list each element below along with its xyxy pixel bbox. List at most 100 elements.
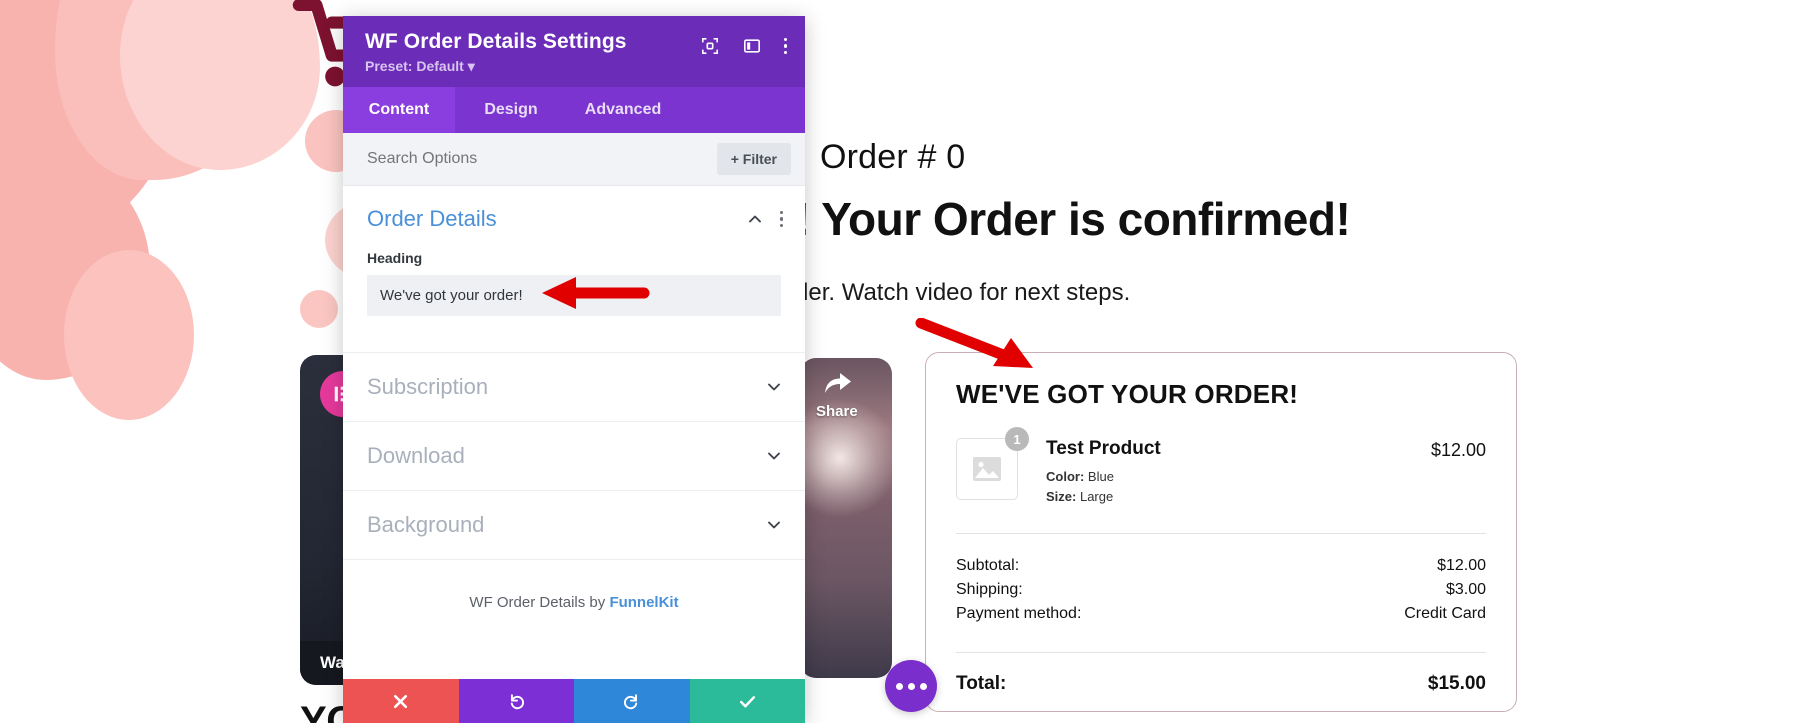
filter-button[interactable]: + Filter <box>716 143 791 175</box>
panel-layout-icon[interactable] <box>742 36 762 56</box>
share-icon <box>824 373 851 393</box>
panel-menu-icon[interactable] <box>783 37 787 55</box>
chevron-down-icon: ▾ <box>467 58 475 74</box>
settings-panel: WF Order Details Settings Preset: Defaul… <box>343 16 805 723</box>
attribute-label: Color: <box>1046 469 1085 484</box>
dot <box>783 50 787 55</box>
tab-content[interactable]: Content <box>343 87 455 133</box>
more-options-fab[interactable] <box>885 660 937 712</box>
product-info: Test Product Color: Blue Size: Large <box>1046 438 1431 507</box>
product-name: Test Product <box>1046 438 1161 459</box>
divider <box>956 652 1486 654</box>
order-card-heading: WE'VE GOT YOUR ORDER! <box>956 379 1299 409</box>
focus-target-icon[interactable] <box>700 36 720 56</box>
undo-icon <box>510 693 524 709</box>
section-menu-icon[interactable] <box>779 210 783 228</box>
dot <box>783 44 787 48</box>
dot <box>919 682 927 690</box>
funnelkit-link[interactable]: FunnelKit <box>609 594 678 611</box>
grand-total-row: Total: $15.00 <box>956 673 1486 695</box>
tab-advanced[interactable]: Advanced <box>567 87 679 133</box>
total-row: Payment method: Credit Card <box>956 602 1486 626</box>
section-controls <box>748 210 783 228</box>
video-card-right[interactable]: Share <box>800 358 892 678</box>
chevron-down-icon <box>768 452 780 460</box>
order-line-item: 1 Test Product Color: Blue Size: Large $… <box>956 427 1486 507</box>
panel-body: Order Details Heading Subscription <box>343 186 805 679</box>
total-label: Shipping: <box>956 581 1023 599</box>
total-value: $12.00 <box>1437 557 1486 575</box>
section-background[interactable]: Background <box>343 490 805 559</box>
order-totals: Subtotal: $12.00 Shipping: $3.00 Payment… <box>956 554 1486 626</box>
chevron-down-icon <box>768 383 780 391</box>
search-input[interactable] <box>367 150 664 168</box>
product-attribute-row: Color: Blue <box>1046 467 1431 487</box>
layout-glyph <box>743 39 760 53</box>
screenshot-root: Order # 0 ! Your Order is confirmed! der… <box>0 0 1800 723</box>
plus-icon: + <box>730 151 739 167</box>
preset-label: Preset: Default <box>365 58 464 74</box>
cancel-button[interactable] <box>343 679 459 723</box>
divider <box>956 533 1486 535</box>
dot <box>779 223 783 228</box>
close-icon <box>394 694 408 708</box>
heading-input[interactable] <box>367 275 781 316</box>
panel-header: WF Order Details Settings Preset: Defaul… <box>343 16 805 87</box>
grand-total-label: Total: <box>956 673 1007 695</box>
search-bar: + Filter <box>343 133 805 186</box>
dot <box>779 217 783 221</box>
chevron-up-icon[interactable] <box>748 212 762 226</box>
section-download[interactable]: Download <box>343 421 805 490</box>
total-label: Payment method: <box>956 605 1082 623</box>
blob-shape <box>64 250 194 420</box>
attribute-value: Blue <box>1087 469 1114 484</box>
undo-button[interactable] <box>458 679 574 723</box>
section-subscription-label: Subscription <box>367 374 489 399</box>
grand-total-value: $15.00 <box>1427 673 1486 695</box>
checkmark-icon <box>739 695 755 707</box>
dot <box>779 210 783 215</box>
share-button[interactable]: Share <box>816 370 858 420</box>
dot <box>783 37 787 42</box>
dot <box>907 682 915 690</box>
total-row: Subtotal: $12.00 <box>956 554 1486 578</box>
product-thumbnail-wrap: 1 <box>956 427 1029 500</box>
focus-glyph <box>701 37 718 55</box>
preset-selector[interactable]: Preset: Default ▾ <box>365 58 783 75</box>
image-placeholder-icon <box>973 457 1001 481</box>
total-value: Credit Card <box>1404 605 1486 623</box>
redo-button[interactable] <box>574 679 690 723</box>
dot <box>895 682 903 690</box>
attribute-label: Size: <box>1046 489 1077 505</box>
section-subscription[interactable]: Subscription <box>343 352 805 421</box>
order-summary-card: WE'VE GOT YOUR ORDER! 1 Test Product Col… <box>925 352 1517 712</box>
product-attribute-row: Size: Large <box>1046 487 1431 507</box>
page-order-number: Order # 0 <box>820 138 966 176</box>
section-background-label: Background <box>367 512 485 537</box>
credit-prefix: WF Order Details by <box>469 594 610 611</box>
panel-action-bar <box>343 679 805 723</box>
save-button[interactable] <box>689 679 805 723</box>
section-order-details-header[interactable]: Order Details <box>343 186 805 246</box>
page-confirm-heading: ! Your Order is confirmed! <box>795 192 1351 246</box>
panel-tabs: Content Design Advanced <box>343 87 805 133</box>
product-attributes: Color: Blue Size: Large <box>1046 467 1431 507</box>
heading-field-group: Heading <box>343 246 805 316</box>
panel-header-icons <box>700 36 787 56</box>
total-label: Subtotal: <box>956 557 1020 575</box>
page-subtext: der. Watch video for next steps. <box>795 279 1131 306</box>
attribute-value: Large <box>1079 489 1114 505</box>
panel-credit: WF Order Details by FunnelKit <box>343 559 805 611</box>
section-order-details-title: Order Details <box>367 206 497 231</box>
redo-icon <box>624 693 638 709</box>
tab-design[interactable]: Design <box>455 87 567 133</box>
confirm-heading-text: Your Order is confirmed! <box>821 193 1351 245</box>
total-value: $3.00 <box>1445 581 1486 599</box>
share-label: Share <box>816 403 858 420</box>
chevron-down-icon <box>768 521 780 529</box>
product-price: $12.00 <box>1430 440 1486 460</box>
blob-shape <box>300 290 338 328</box>
filter-label: Filter <box>742 151 777 167</box>
heading-field-label: Heading <box>367 250 423 266</box>
